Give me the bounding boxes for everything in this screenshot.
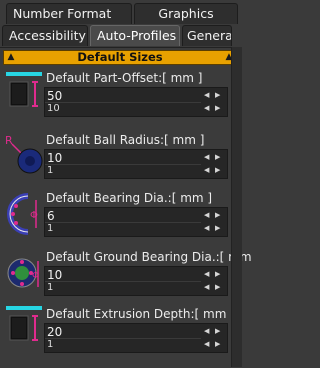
- field-separator: [45, 102, 201, 103]
- extrusion-depth-input[interactable]: 20 1 ◀ ▶ ◀ ▶: [44, 323, 228, 353]
- param-ground-bearing-dia: Φ Default Ground Bearing Dia.:[ mm 10 1 …: [0, 247, 252, 307]
- bearing-dia-value[interactable]: 6: [47, 209, 55, 223]
- part-offset-value[interactable]: 50: [47, 89, 62, 103]
- tab-auto-profiles[interactable]: Auto-Profiles: [90, 25, 180, 46]
- svg-text:R: R: [5, 134, 13, 147]
- increment-icon[interactable]: ▶: [215, 91, 220, 100]
- step-decrement-icon[interactable]: ◀: [204, 224, 209, 233]
- tab-row-bottom: Accessibility Auto-Profiles General: [0, 25, 242, 47]
- step-increment-icon[interactable]: ▶: [215, 104, 220, 113]
- field-separator: [45, 281, 201, 282]
- step-increment-icon[interactable]: ▶: [215, 283, 220, 292]
- decrement-icon[interactable]: ◀: [204, 211, 209, 220]
- part-offset-spinner[interactable]: ◀ ▶ ◀ ▶: [203, 89, 225, 115]
- ball-radius-value[interactable]: 10: [47, 151, 62, 165]
- decrement-icon[interactable]: ◀: [204, 91, 209, 100]
- field-separator: [45, 338, 201, 339]
- ground-bearing-dia-spinner[interactable]: ◀ ▶ ◀ ▶: [203, 268, 225, 294]
- svg-text:Φ: Φ: [30, 210, 38, 221]
- ball-radius-icon: R: [5, 134, 43, 174]
- decrement-icon[interactable]: ◀: [204, 270, 209, 279]
- decrement-icon[interactable]: ◀: [204, 327, 209, 336]
- extrusion-depth-value[interactable]: 20: [47, 325, 62, 339]
- extrusion-depth-spinner[interactable]: ◀ ▶ ◀ ▶: [203, 325, 225, 351]
- field-separator: [45, 222, 201, 223]
- tab-row-top: Number Format Graphics: [0, 3, 242, 25]
- part-offset-input[interactable]: 50 10 ◀ ▶ ◀ ▶: [44, 87, 228, 117]
- increment-icon[interactable]: ▶: [215, 211, 220, 220]
- settings-panel: ▲ Default Sizes ▲ Default Part-Offset:[ …: [0, 47, 252, 368]
- step-decrement-icon[interactable]: ◀: [204, 104, 209, 113]
- step-increment-icon[interactable]: ▶: [215, 166, 220, 175]
- section-title: Default Sizes: [77, 50, 163, 64]
- param-extrusion-depth: Default Extrusion Depth:[ mm ] 20 1 ◀ ▶ …: [0, 304, 242, 364]
- bearing-dia-input[interactable]: 6 1 ◀ ▶ ◀ ▶: [44, 207, 228, 237]
- ball-radius-spinner[interactable]: ◀ ▶ ◀ ▶: [203, 151, 225, 177]
- param-ball-radius: R Default Ball Radius:[ mm ] 10 1 ◀ ▶ ◀ …: [0, 130, 242, 190]
- bearing-dia-label: Default Bearing Dia.:[ mm ]: [46, 191, 213, 205]
- param-bearing-dia: Φ Default Bearing Dia.:[ mm ] 6 1 ◀ ▶ ◀ …: [0, 188, 242, 248]
- extrusion-depth-step[interactable]: 1: [47, 339, 53, 351]
- part-offset-icon: [6, 72, 42, 107]
- field-separator: [45, 164, 201, 165]
- extrusion-depth-label: Default Extrusion Depth:[ mm ]: [46, 307, 235, 321]
- svg-text:Φ: Φ: [32, 271, 39, 281]
- ground-bearing-dia-label: Default Ground Bearing Dia.:[ mm: [46, 250, 252, 264]
- tab-accessibility[interactable]: Accessibility: [2, 25, 88, 46]
- increment-icon[interactable]: ▶: [215, 153, 220, 162]
- param-part-offset: Default Part-Offset:[ mm ] 50 10 ◀ ▶ ◀ ▶: [0, 68, 242, 128]
- ball-radius-label: Default Ball Radius:[ mm ]: [46, 133, 205, 147]
- step-increment-icon[interactable]: ▶: [215, 340, 220, 349]
- ground-bearing-icon: Φ: [7, 258, 39, 288]
- tab-general[interactable]: General: [182, 25, 232, 46]
- increment-icon[interactable]: ▶: [215, 270, 220, 279]
- part-offset-step[interactable]: 10: [47, 103, 60, 115]
- extrusion-depth-icon: [6, 306, 42, 341]
- step-decrement-icon[interactable]: ◀: [204, 283, 209, 292]
- ball-radius-step[interactable]: 1: [47, 165, 53, 177]
- increment-icon[interactable]: ▶: [215, 327, 220, 336]
- ball-radius-input[interactable]: 10 1 ◀ ▶ ◀ ▶: [44, 149, 228, 179]
- collapse-left-icon: ▲: [7, 52, 15, 62]
- bearing-dia-spinner[interactable]: ◀ ▶ ◀ ▶: [203, 209, 225, 235]
- step-increment-icon[interactable]: ▶: [215, 224, 220, 233]
- section-header-default-sizes[interactable]: ▲ Default Sizes ▲: [3, 50, 237, 65]
- part-offset-label: Default Part-Offset:[ mm ]: [46, 71, 203, 85]
- ground-bearing-dia-step[interactable]: 1: [47, 282, 53, 294]
- scrollbar[interactable]: [231, 47, 242, 367]
- ground-bearing-dia-input[interactable]: 10 1 ◀ ▶ ◀ ▶: [44, 266, 228, 296]
- decrement-icon[interactable]: ◀: [204, 153, 209, 162]
- tab-number-format[interactable]: Number Format: [6, 3, 132, 24]
- bearing-icon: Φ: [7, 193, 38, 235]
- ground-bearing-dia-value[interactable]: 10: [47, 268, 62, 282]
- tab-graphics[interactable]: Graphics: [134, 3, 238, 24]
- step-decrement-icon[interactable]: ◀: [204, 166, 209, 175]
- step-decrement-icon[interactable]: ◀: [204, 340, 209, 349]
- bearing-dia-step[interactable]: 1: [47, 223, 53, 235]
